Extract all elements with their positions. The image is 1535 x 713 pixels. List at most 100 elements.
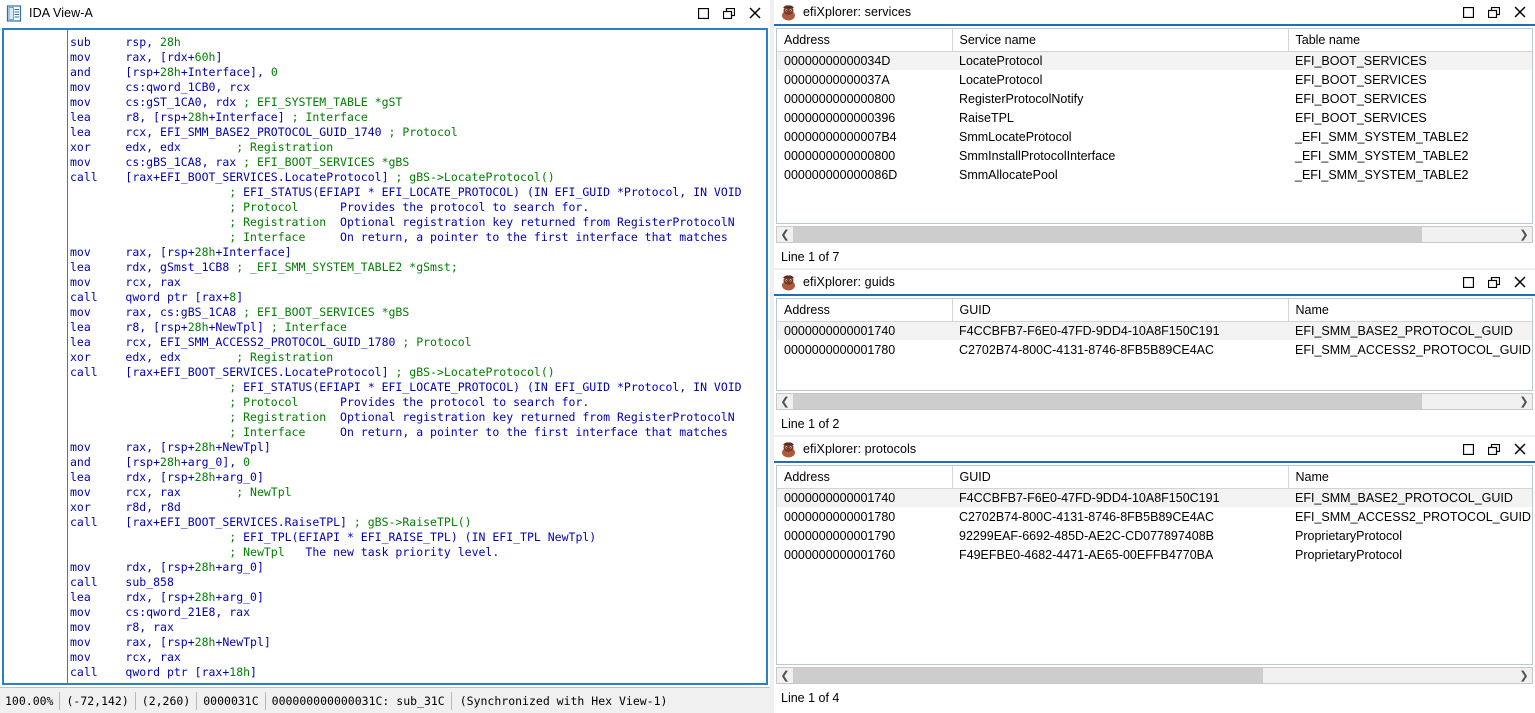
disassembly-line[interactable]: and [rsp+28h+Interface], 0 [70, 65, 766, 80]
disassembly-line[interactable]: lea r8, [rsp+28h+NewTpl] ; Interface [70, 320, 766, 335]
ida-disassembly-code[interactable]: sub rsp, 28h mov rax, [rdx+60h] and [rsp+2… [70, 35, 766, 683]
disassembly-line[interactable]: ; Protocol Provides the protocol to sear… [70, 200, 766, 215]
table-row[interactable]: 00000000000034D LocateProtocol EFI_BOOT_SE… [777, 51, 1532, 70]
disassembly-line[interactable]: ; EFI_STATUS(EFIAPI * EFI_LOCATE_PROTOCO… [70, 380, 766, 395]
disassembly-line[interactable]: lea r8, [rsp+28h+Interface] ; Interface [70, 110, 766, 125]
disassembly-line[interactable]: ; Registration Optional registration key… [70, 215, 766, 230]
disassembly-line[interactable]: and [rsp+28h+arg_0], 0 [70, 455, 766, 470]
protocols-horizontal-scrollbar[interactable]: ❮ ❯ [776, 667, 1533, 684]
maximize-icon[interactable] [1481, 1, 1507, 23]
disassembly-line[interactable]: lea rcx, EFI_SMM_BASE2_PROTOCOL_GUID_174… [70, 125, 766, 140]
close-icon[interactable] [742, 2, 768, 24]
close-icon[interactable] [1507, 438, 1533, 460]
guids-horizontal-scrollbar[interactable]: ❮ ❯ [776, 393, 1533, 410]
maximize-icon[interactable] [1481, 438, 1507, 460]
disassembly-line[interactable]: call qword ptr [rax+18h] [70, 665, 766, 680]
disassembly-line[interactable]: mov cs:qword_1CB0, rcx [70, 80, 766, 95]
disassembly-line[interactable]: xor r8d, r8d [70, 500, 766, 515]
disassembly-line[interactable]: mov rax, [rsp+28h+NewTpl] [70, 440, 766, 455]
disassembly-line[interactable]: mov rcx, rax [70, 275, 766, 290]
disassembly-line[interactable]: mov rax, [rdx+60h] [70, 50, 766, 65]
disassembly-line[interactable]: mov cs:qword_21E8, rax [70, 605, 766, 620]
column-header-address[interactable]: Address [777, 299, 953, 322]
disassembly-line[interactable]: call sub_858 [70, 575, 766, 590]
disassembly-line[interactable]: mov rdx, [rsp+28h+arg_0] [70, 560, 766, 575]
maximize-icon[interactable] [1481, 271, 1507, 293]
restore-icon[interactable] [1455, 1, 1481, 23]
disassembly-line[interactable]: mov r8, rax [70, 620, 766, 635]
restore-icon[interactable] [1455, 438, 1481, 460]
disassembly-line[interactable]: lea rcx, EFI_SMM_ACCESS2_PROTOCOL_GUID_1… [70, 335, 766, 350]
disassembly-line[interactable]: xor edx, edx ; Registration [70, 140, 766, 155]
protocols-scroll-thumb[interactable] [793, 668, 1263, 683]
disassembly-line[interactable]: ; Protocol Provides the protocol to sear… [70, 395, 766, 410]
guids-scroll-thumb[interactable] [793, 394, 1422, 409]
restore-icon[interactable] [690, 2, 716, 24]
chevron-right-icon[interactable]: ❯ [1516, 394, 1532, 409]
disassembly-line[interactable]: sub rsp, 28h [70, 35, 766, 50]
services-horizontal-scrollbar[interactable]: ❮ ❯ [776, 226, 1533, 243]
column-header-table-name[interactable]: Table name [1288, 29, 1532, 52]
disassembly-line[interactable]: call qword ptr [rax+8] [70, 290, 766, 305]
column-header-guid[interactable]: GUID [952, 299, 1289, 322]
ida-disassembly-frame[interactable]: sub rsp, 28h mov rax, [rdx+60h] and [rsp+2… [2, 28, 768, 685]
close-icon[interactable] [1507, 271, 1533, 293]
chevron-right-icon[interactable]: ❯ [1516, 227, 1532, 242]
column-header-address[interactable]: Address [777, 466, 953, 489]
disassembly-line[interactable]: xor edx, edx ; Registration [70, 350, 766, 365]
disassembly-line[interactable]: ; Registration Optional registration key… [70, 410, 766, 425]
protocols-status-bar: Line 1 of 4 [774, 687, 1535, 709]
disassembly-line[interactable]: mov rax, [rsp+28h+Interface] [70, 245, 766, 260]
disassembly-line[interactable]: mov cs:gBS_1CA8, rax ; EFI_BOOT_SERVICES… [70, 155, 766, 170]
disassembly-line[interactable]: ; EFI_STATUS(EFIAPI * EFI_LOCATE_PROTOCO… [70, 185, 766, 200]
guids-scroll-track[interactable] [793, 394, 1516, 409]
column-header-service-name[interactable]: Service name [952, 29, 1289, 52]
disassembly-line[interactable]: mov rax, cs:gBS_1CA8 ; EFI_BOOT_SERVICES… [70, 305, 766, 320]
protocols-scroll-track[interactable] [793, 668, 1516, 683]
maximize-icon[interactable] [716, 2, 742, 24]
disassembly-line[interactable]: lea rdx, [rsp+28h+arg_0] [70, 590, 766, 605]
disassembly-line[interactable]: mov rcx, rax [70, 650, 766, 665]
table-row[interactable]: 000000000000086D SmmAllocatePool _EFI_SMM_… [777, 165, 1532, 184]
disassembly-line[interactable]: lea rdx, [rsp+28h+arg_0] [70, 470, 766, 485]
restore-icon[interactable] [1455, 271, 1481, 293]
table-row[interactable]: 0000000000001780 C2702B74-800C-4131-8746-… [777, 340, 1532, 359]
disassembly-line[interactable]: mov rcx, rax ; NewTpl [70, 485, 766, 500]
table-row[interactable]: 00000000000037A LocateProtocol EFI_BOOT_SE… [777, 70, 1532, 89]
status-address-label: 000000000000031C: sub_31C [266, 691, 452, 710]
disassembly-line[interactable]: lea rdx, gSmst_1CB8 ; _EFI_SMM_SYSTEM_TA… [70, 260, 766, 275]
table-row[interactable]: 0000000000000800 SmmInstallProtocolInterf… [777, 146, 1532, 165]
disassembly-line[interactable]: call [rax+EFI_BOOT_SERVICES.RaiseTPL] ; … [70, 515, 766, 530]
guids-line-count: Line 1 of 2 [781, 417, 840, 431]
chevron-left-icon[interactable]: ❮ [777, 668, 793, 683]
disassembly-line[interactable]: ; Interface On return, a pointer to the … [70, 230, 766, 245]
column-header-name[interactable]: Name [1288, 466, 1532, 489]
protocols-table-container[interactable]: Address GUID Name 0000000000001740 F4CCBFB7… [776, 465, 1533, 665]
table-row[interactable]: 0000000000001740 F4CCBFB7-F6E0-47FD-9DD4-… [777, 488, 1532, 507]
column-header-name[interactable]: Name [1288, 299, 1532, 322]
table-row[interactable]: 0000000000001780 C2702B74-800C-4131-8746-… [777, 507, 1532, 526]
guids-table-container[interactable]: Address GUID Name 0000000000001740 F4CCBFB7… [776, 298, 1533, 391]
table-row[interactable]: 0000000000001760 F49EFBE0-4682-4471-AE65-… [777, 545, 1532, 564]
disassembly-line[interactable]: call [rax+EFI_BOOT_SERVICES.LocateProtoc… [70, 170, 766, 185]
table-row[interactable]: 0000000000001740 F4CCBFB7-F6E0-47FD-9DD4-… [777, 321, 1532, 340]
close-icon[interactable] [1507, 1, 1533, 23]
disassembly-line[interactable]: ; NewTpl The new task priority level. [70, 545, 766, 560]
disassembly-line[interactable]: ; EFI_TPL(EFIAPI * EFI_RAISE_TPL) (IN EF… [70, 530, 766, 545]
chevron-right-icon[interactable]: ❯ [1516, 668, 1532, 683]
column-header-guid[interactable]: GUID [952, 466, 1289, 489]
services-scroll-track[interactable] [793, 227, 1516, 242]
services-table-container[interactable]: Address Service name Table name 0000000000… [776, 28, 1533, 224]
disassembly-line[interactable]: call [rax+EFI_BOOT_SERVICES.LocateProtoc… [70, 365, 766, 380]
column-header-address[interactable]: Address [777, 29, 953, 52]
chevron-left-icon[interactable]: ❮ [777, 394, 793, 409]
disassembly-line[interactable]: mov rax, [rsp+28h+NewTpl] [70, 635, 766, 650]
disassembly-line[interactable]: mov cs:gST_1CA0, rdx ; EFI_SYSTEM_TABLE … [70, 95, 766, 110]
table-row[interactable]: 0000000000000396 RaiseTPL EFI_BOOT_SERVICE… [777, 108, 1532, 127]
table-row[interactable]: 00000000000007B4 SmmLocateProtocol _EFI_SM… [777, 127, 1532, 146]
chevron-left-icon[interactable]: ❮ [777, 227, 793, 242]
table-row[interactable]: 0000000000001790 92299EAF-6692-485D-AE2C-… [777, 526, 1532, 545]
table-row[interactable]: 0000000000000800 RegisterProtocolNotify EF… [777, 89, 1532, 108]
disassembly-line[interactable]: ; Interface On return, a pointer to the … [70, 425, 766, 440]
services-scroll-thumb[interactable] [793, 227, 1422, 242]
